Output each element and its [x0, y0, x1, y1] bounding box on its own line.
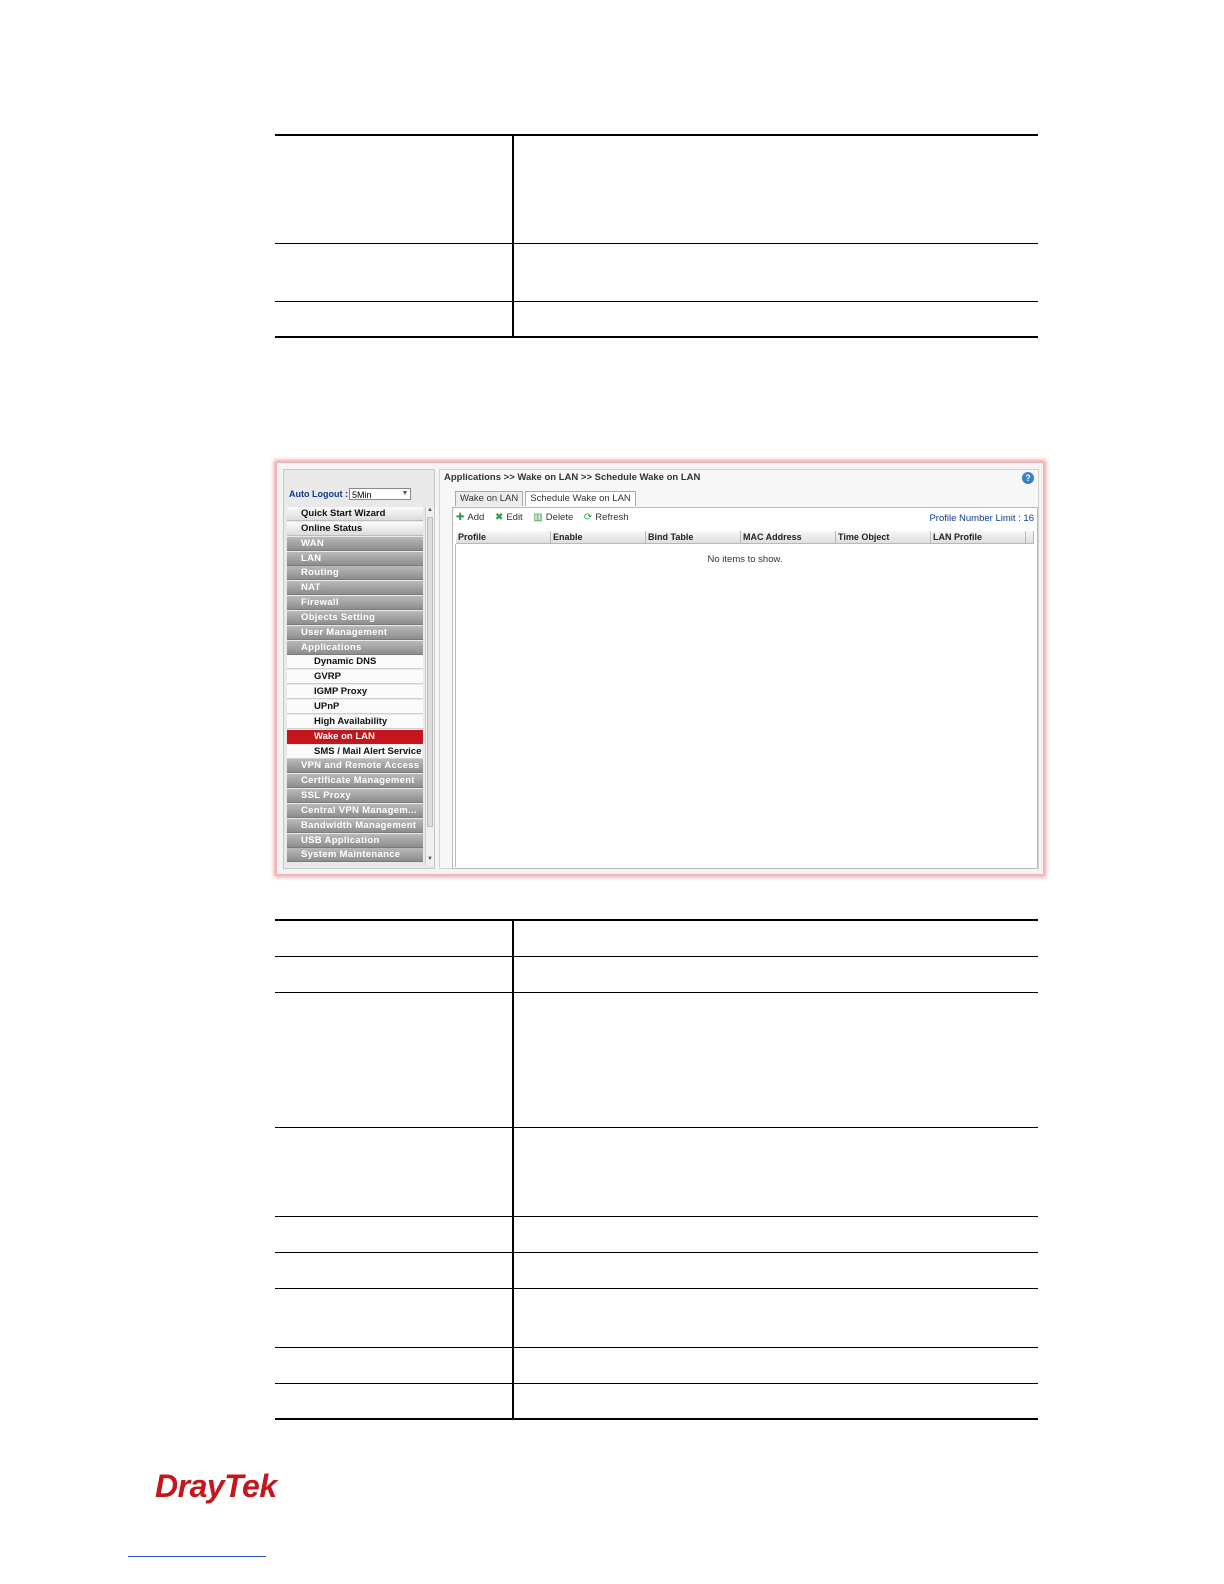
profile-limit: Profile Number Limit : 16: [929, 513, 1034, 524]
profile-panel: ✚ Add ✖ Edit ▥ Delete ⟳ Refresh Profile Numb…: [452, 507, 1038, 869]
nav-menu: Quick Start Wizard Online Status WAN LAN Rou…: [287, 507, 423, 863]
scroll-thumb[interactable]: [427, 517, 433, 827]
nav-item[interactable]: SSL Proxy: [287, 789, 423, 804]
table-cell: [513, 955, 1038, 992]
nav-item[interactable]: Dynamic DNS: [287, 655, 423, 670]
column-header-spacer: [1026, 531, 1034, 544]
nav-item[interactable]: Routing: [287, 566, 423, 581]
nav-item[interactable]: SMS / Mail Alert Service: [287, 744, 423, 759]
delete-button[interactable]: ▥ Delete: [533, 512, 573, 523]
table-cell: [275, 1215, 514, 1252]
footer-divider: [128, 1556, 266, 1557]
left-navigation: Auto Logout : 5Min ▼ Quick Start Wizard O…: [283, 469, 435, 869]
scroll-down-icon[interactable]: ▼: [426, 856, 434, 865]
edit-icon: ✖: [494, 512, 504, 523]
top-description-table: [275, 134, 1038, 338]
table-cell: [275, 1251, 514, 1288]
table-cell: [513, 1215, 1038, 1252]
nav-item[interactable]: LAN: [287, 551, 423, 566]
table-cell: [513, 300, 1038, 337]
divider: [455, 544, 456, 867]
nav-item[interactable]: User Management: [287, 625, 423, 640]
table-cell: [275, 1126, 514, 1216]
tab-bar: Wake on LAN Schedule Wake on LAN: [455, 491, 638, 506]
auto-logout-value: 5Min: [352, 490, 372, 500]
edit-button[interactable]: ✖ Edit: [495, 512, 523, 523]
table-cell: [275, 1382, 514, 1419]
nav-item[interactable]: USB Application: [287, 833, 423, 848]
refresh-button[interactable]: ⟳ Refresh: [584, 512, 629, 523]
router-ui-screenshot: Auto Logout : 5Min ▼ Quick Start Wizard O…: [276, 462, 1044, 875]
tab-wake-on-lan[interactable]: Wake on LAN: [455, 491, 524, 506]
column-header-enable[interactable]: Enable: [551, 531, 646, 544]
column-header-bind-table[interactable]: Bind Table: [646, 531, 741, 544]
bottom-description-table: [275, 919, 1038, 1420]
table-cell: [275, 300, 514, 337]
nav-item[interactable]: Online Status: [287, 521, 423, 536]
nav-item[interactable]: NAT: [287, 581, 423, 596]
trash-icon: ▥: [533, 512, 543, 523]
nav-item[interactable]: WAN: [287, 536, 423, 551]
nav-item[interactable]: Quick Start Wizard: [287, 507, 423, 521]
table-cell: [275, 242, 514, 301]
auto-logout: Auto Logout : 5Min ▼: [287, 487, 431, 501]
breadcrumb: Applications >> Wake on LAN >> Schedule …: [444, 472, 701, 483]
table-cell: [513, 242, 1038, 301]
nav-item[interactable]: UPnP: [287, 699, 423, 714]
draytek-logo: DrayTek: [155, 1468, 277, 1504]
scroll-up-icon[interactable]: ▲: [426, 507, 434, 516]
table-cell: [513, 1346, 1038, 1383]
nav-item[interactable]: Applications: [287, 640, 423, 655]
empty-message: No items to show.: [707, 554, 783, 565]
column-header-mac-address[interactable]: MAC Address: [741, 531, 836, 544]
tab-schedule-wake-on-lan[interactable]: Schedule Wake on LAN: [525, 491, 636, 506]
nav-item[interactable]: System Maintenance: [287, 848, 423, 863]
table-cell: [513, 1287, 1038, 1347]
nav-item[interactable]: Objects Setting: [287, 610, 423, 625]
nav-item[interactable]: Central VPN Managem...: [287, 803, 423, 818]
table-cell: [275, 135, 514, 243]
refresh-icon: ⟳: [583, 512, 593, 523]
auto-logout-select[interactable]: 5Min ▼: [349, 488, 411, 500]
table-cell: [513, 991, 1038, 1127]
nav-item[interactable]: Certificate Management: [287, 774, 423, 789]
nav-item[interactable]: IGMP Proxy: [287, 685, 423, 700]
auto-logout-label: Auto Logout :: [289, 489, 348, 499]
content-area: Applications >> Wake on LAN >> Schedule …: [439, 469, 1039, 869]
add-button[interactable]: ✚ Add: [456, 512, 484, 523]
column-header-profile[interactable]: Profile: [456, 531, 551, 544]
nav-item[interactable]: Bandwidth Management: [287, 818, 423, 833]
add-icon: ✚: [456, 512, 465, 523]
nav-item[interactable]: Firewall: [287, 596, 423, 611]
toolbar: ✚ Add ✖ Edit ▥ Delete ⟳ Refresh: [456, 512, 637, 523]
column-header-lan-profile[interactable]: LAN Profile: [931, 531, 1026, 544]
nav-item[interactable]: High Availability: [287, 714, 423, 729]
help-icon[interactable]: ?: [1022, 472, 1034, 484]
chevron-down-icon[interactable]: ▼: [400, 489, 410, 499]
nav-item[interactable]: VPN and Remote Access: [287, 759, 423, 774]
nav-scrollbar[interactable]: ▲ ▼: [425, 507, 434, 865]
table-cell: [513, 135, 1038, 243]
nav-item[interactable]: GVRP: [287, 670, 423, 685]
table-cell: [513, 920, 1038, 956]
column-header-time-object[interactable]: Time Object: [836, 531, 931, 544]
table-cell: [275, 991, 514, 1127]
table-cell: [275, 1287, 514, 1347]
table-cell: [513, 1126, 1038, 1216]
nav-item[interactable]: Wake on LAN: [287, 729, 423, 744]
table-cell: [275, 1346, 514, 1383]
table-cell: [275, 955, 514, 992]
table-cell: [513, 1251, 1038, 1288]
grid-header: Profile Enable Bind Table MAC Address Ti…: [456, 531, 1034, 544]
table-cell: [513, 1382, 1038, 1419]
table-cell: [275, 920, 514, 956]
